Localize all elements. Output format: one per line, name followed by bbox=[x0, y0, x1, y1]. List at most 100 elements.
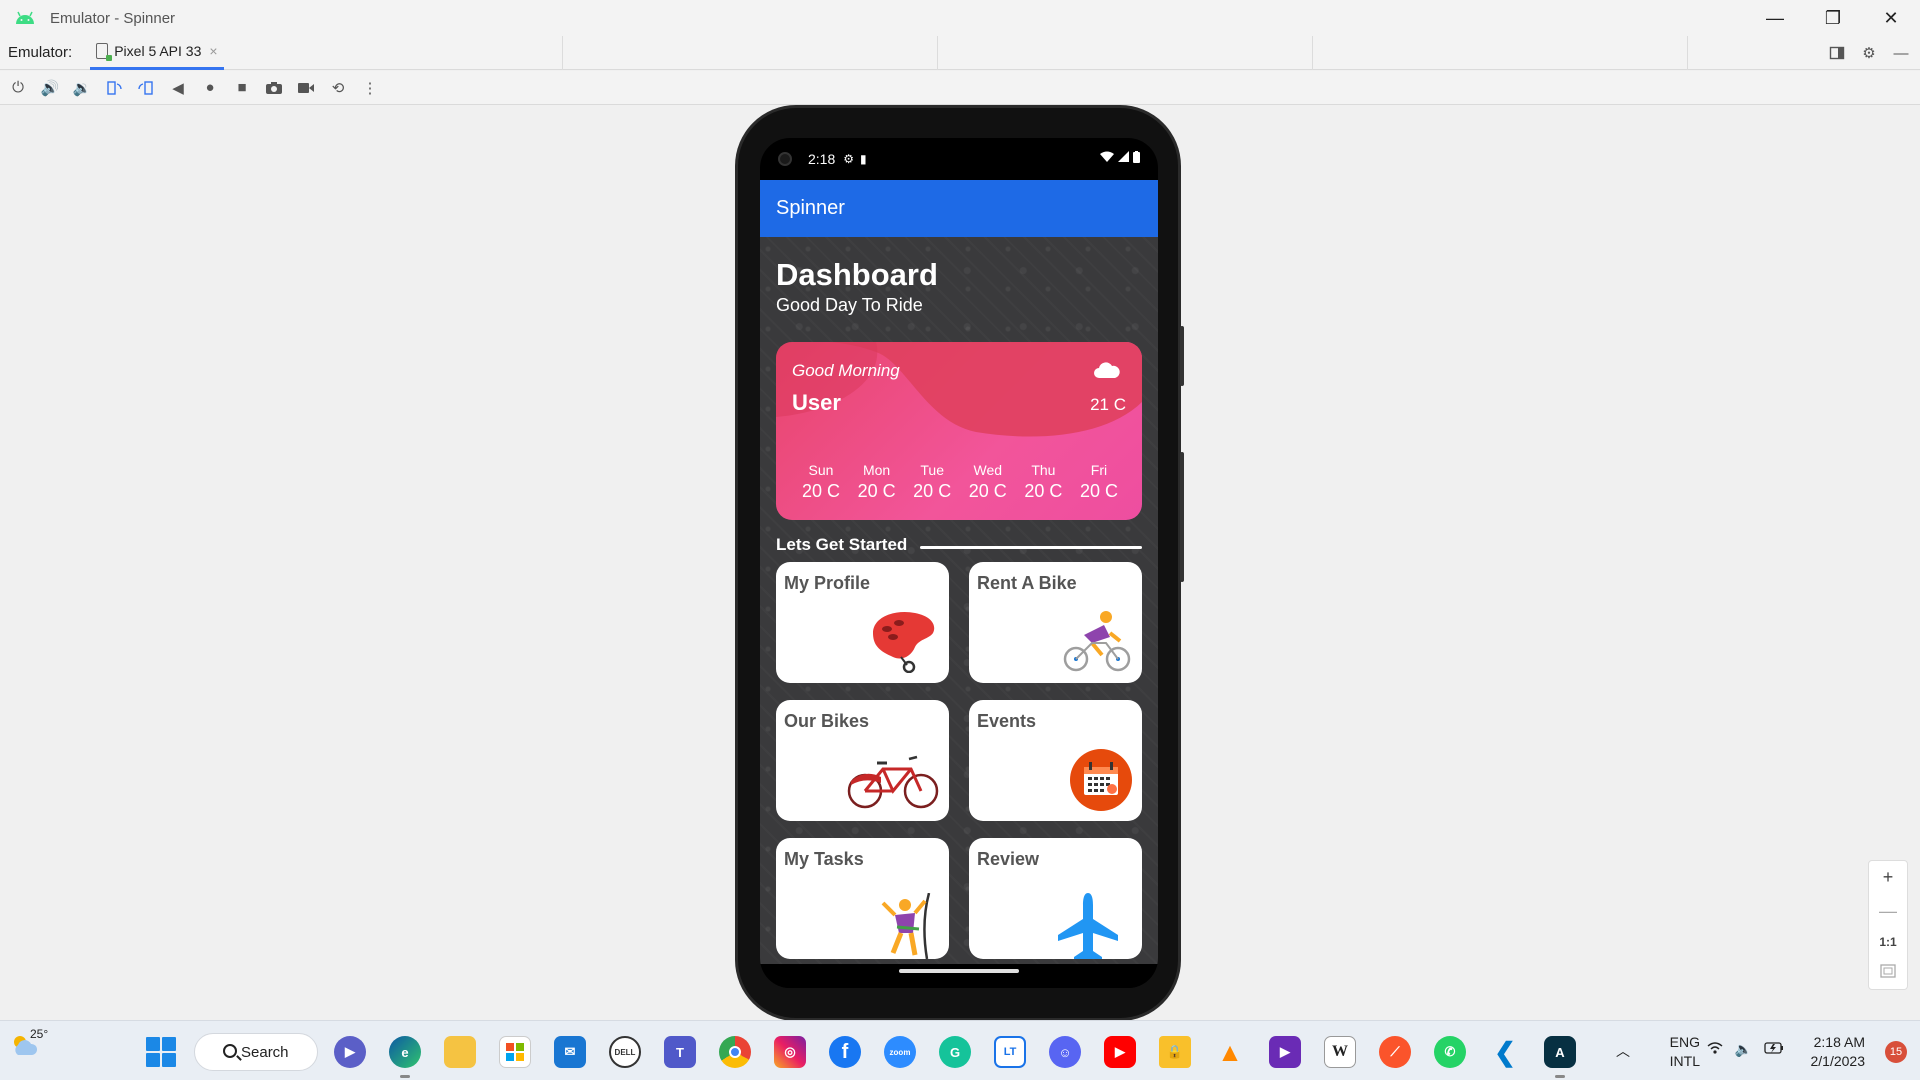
gear-icon[interactable]: ⚙ bbox=[1860, 44, 1878, 62]
instagram-icon[interactable]: ◎ bbox=[774, 1036, 806, 1068]
cyclist-icon bbox=[1063, 611, 1131, 672]
zoom-fit-button[interactable] bbox=[1880, 962, 1896, 983]
facebook-icon[interactable]: f bbox=[829, 1036, 861, 1068]
dell-icon[interactable]: DELL bbox=[609, 1036, 641, 1068]
wikipedia-icon[interactable]: W bbox=[1324, 1036, 1356, 1068]
zoom-icon[interactable]: zoom bbox=[884, 1036, 916, 1068]
dashboard-content[interactable]: Dashboard Good Day To Ride Good Morning … bbox=[760, 237, 1158, 964]
camera-punch-hole bbox=[778, 152, 792, 166]
chevron-up-icon[interactable]: ︿ bbox=[1616, 1041, 1630, 1061]
tt-icon[interactable]: LT bbox=[994, 1036, 1026, 1068]
whatsapp-icon[interactable]: ✆ bbox=[1434, 1036, 1466, 1068]
weather-card[interactable]: Good Morning User 21 C Sun 20 C Mon 20 C T… bbox=[776, 342, 1142, 520]
zoom-out-button[interactable]: — bbox=[1879, 901, 1897, 922]
volume-down-icon[interactable]: 🔉 bbox=[70, 76, 94, 100]
chat-icon[interactable]: ▶ bbox=[334, 1036, 366, 1068]
forecast-day-name: Fri bbox=[1090, 462, 1108, 478]
forecast-day-name: Thu bbox=[1031, 462, 1056, 478]
android-studio-icon[interactable]: A bbox=[1544, 1036, 1576, 1078]
card-my-tasks[interactable]: My Tasks bbox=[776, 838, 949, 959]
chrome-icon[interactable] bbox=[719, 1036, 751, 1068]
screenshot-icon[interactable] bbox=[262, 76, 286, 100]
forecast-day-name: Tue bbox=[920, 462, 944, 478]
forecast-day-temp: 20 C bbox=[913, 481, 952, 501]
taskbar-search[interactable]: Search bbox=[194, 1033, 318, 1071]
forecast-day: Fri 20 C bbox=[1074, 462, 1124, 502]
rotate-left-icon[interactable] bbox=[102, 76, 126, 100]
tab-divider bbox=[1687, 36, 1688, 70]
home-icon[interactable]: ● bbox=[198, 76, 222, 100]
vpn-icon[interactable]: 🔒 bbox=[1159, 1036, 1191, 1068]
card-review[interactable]: Review bbox=[969, 838, 1142, 959]
forecast-day-temp: 20 C bbox=[1024, 481, 1063, 501]
youtube-icon[interactable]: ▶ bbox=[1104, 1036, 1136, 1068]
helmet-icon bbox=[873, 611, 935, 673]
overview-icon[interactable]: ■ bbox=[230, 76, 254, 100]
back-icon[interactable]: ◀ bbox=[166, 76, 190, 100]
edge-icon[interactable]: e bbox=[389, 1036, 421, 1078]
card-events[interactable]: Events bbox=[969, 700, 1142, 821]
rotate-right-icon[interactable] bbox=[134, 76, 158, 100]
mail-icon[interactable]: ✉ bbox=[554, 1036, 586, 1068]
vscode-icon[interactable]: ❮ bbox=[1489, 1036, 1521, 1068]
weather-current-temp: 21 C bbox=[1090, 395, 1126, 414]
brave-icon[interactable]: ⟋ bbox=[1379, 1036, 1411, 1068]
power-side-button[interactable] bbox=[1180, 326, 1184, 386]
forecast-day-temp: 20 C bbox=[801, 481, 841, 501]
discord-icon[interactable]: ☺ bbox=[1049, 1036, 1081, 1068]
restore-button[interactable]: ❐ bbox=[1804, 0, 1862, 36]
weather-user: User bbox=[792, 390, 841, 415]
file-explorer-icon[interactable] bbox=[444, 1036, 476, 1068]
section-divider bbox=[920, 546, 1142, 549]
visual-studio-icon[interactable]: ▶ bbox=[1269, 1036, 1301, 1068]
device-tab[interactable]: Pixel 5 API 33 × bbox=[90, 36, 224, 70]
grammarly-icon[interactable]: G bbox=[939, 1036, 971, 1068]
airplane-icon bbox=[1058, 893, 1118, 959]
card-rent-a-bike[interactable]: Rent A Bike bbox=[969, 562, 1142, 683]
volume-icon: 🔈 bbox=[1734, 1041, 1752, 1057]
forecast-day: Tue 20 C bbox=[907, 462, 957, 502]
layout-icon[interactable] bbox=[1828, 44, 1846, 62]
teams-icon[interactable]: T bbox=[664, 1036, 696, 1068]
close-button[interactable]: ✕ bbox=[1862, 0, 1920, 36]
gesture-navbar bbox=[760, 964, 1158, 988]
store-icon[interactable] bbox=[499, 1036, 531, 1068]
search-icon bbox=[223, 1044, 237, 1058]
window-controls: — ❐ ✕ bbox=[1746, 0, 1920, 36]
weather-widget[interactable]: 25° bbox=[10, 1027, 48, 1055]
settings-status-icon: ⚙ bbox=[843, 152, 855, 166]
card-our-bikes[interactable]: Our Bikes bbox=[776, 700, 949, 821]
taskbar-clock[interactable]: 2:18 AM 2/1/2023 bbox=[1811, 1033, 1866, 1071]
emulator-tabbar: Emulator: Pixel 5 API 33 × ⚙ — bbox=[0, 36, 1920, 70]
tab-close-icon[interactable]: × bbox=[209, 43, 217, 59]
card-my-profile[interactable]: My Profile bbox=[776, 562, 949, 683]
wifi-status-icon bbox=[1100, 151, 1114, 162]
start-button[interactable] bbox=[146, 1037, 176, 1067]
chrome-logo-center bbox=[729, 1046, 741, 1058]
notification-badge[interactable]: 15 bbox=[1885, 1041, 1907, 1063]
tray-icons[interactable]: 🔈 bbox=[1707, 1041, 1784, 1058]
zoom-in-button[interactable]: + bbox=[1883, 867, 1894, 888]
status-bar: 2:18 ⚙ ▮ bbox=[760, 138, 1158, 180]
volume-up-icon[interactable]: 🔊 bbox=[38, 76, 62, 100]
dashboard-title: Dashboard bbox=[776, 257, 938, 292]
window-titlebar: Emulator - Spinner — ❐ ✕ bbox=[0, 0, 1920, 36]
volume-side-button[interactable] bbox=[1180, 452, 1184, 582]
section-title: Lets Get Started bbox=[776, 535, 908, 554]
screenrecord-icon[interactable] bbox=[294, 76, 318, 100]
zoom-actual-size-button[interactable]: 1:1 bbox=[1879, 935, 1896, 949]
more-icon[interactable]: ⋮ bbox=[358, 76, 382, 100]
hide-icon[interactable]: — bbox=[1892, 44, 1910, 62]
weather-greeting: Good Morning bbox=[792, 361, 900, 380]
language-indicator[interactable]: ENG INTL bbox=[1670, 1033, 1700, 1071]
window-title: Emulator - Spinner bbox=[50, 9, 176, 27]
card-label: My Tasks bbox=[784, 849, 864, 869]
cloud-icon bbox=[1094, 362, 1120, 378]
forecast-day-name: Wed bbox=[973, 462, 1003, 478]
home-gesture-pill[interactable] bbox=[899, 969, 1019, 973]
minimize-button[interactable]: — bbox=[1746, 0, 1804, 36]
vlc-icon[interactable]: ▲ bbox=[1214, 1036, 1246, 1068]
power-icon[interactable]: ⏻ bbox=[6, 76, 30, 100]
snapshot-icon[interactable]: ⟲ bbox=[326, 76, 350, 100]
card-label: Our Bikes bbox=[784, 711, 870, 731]
